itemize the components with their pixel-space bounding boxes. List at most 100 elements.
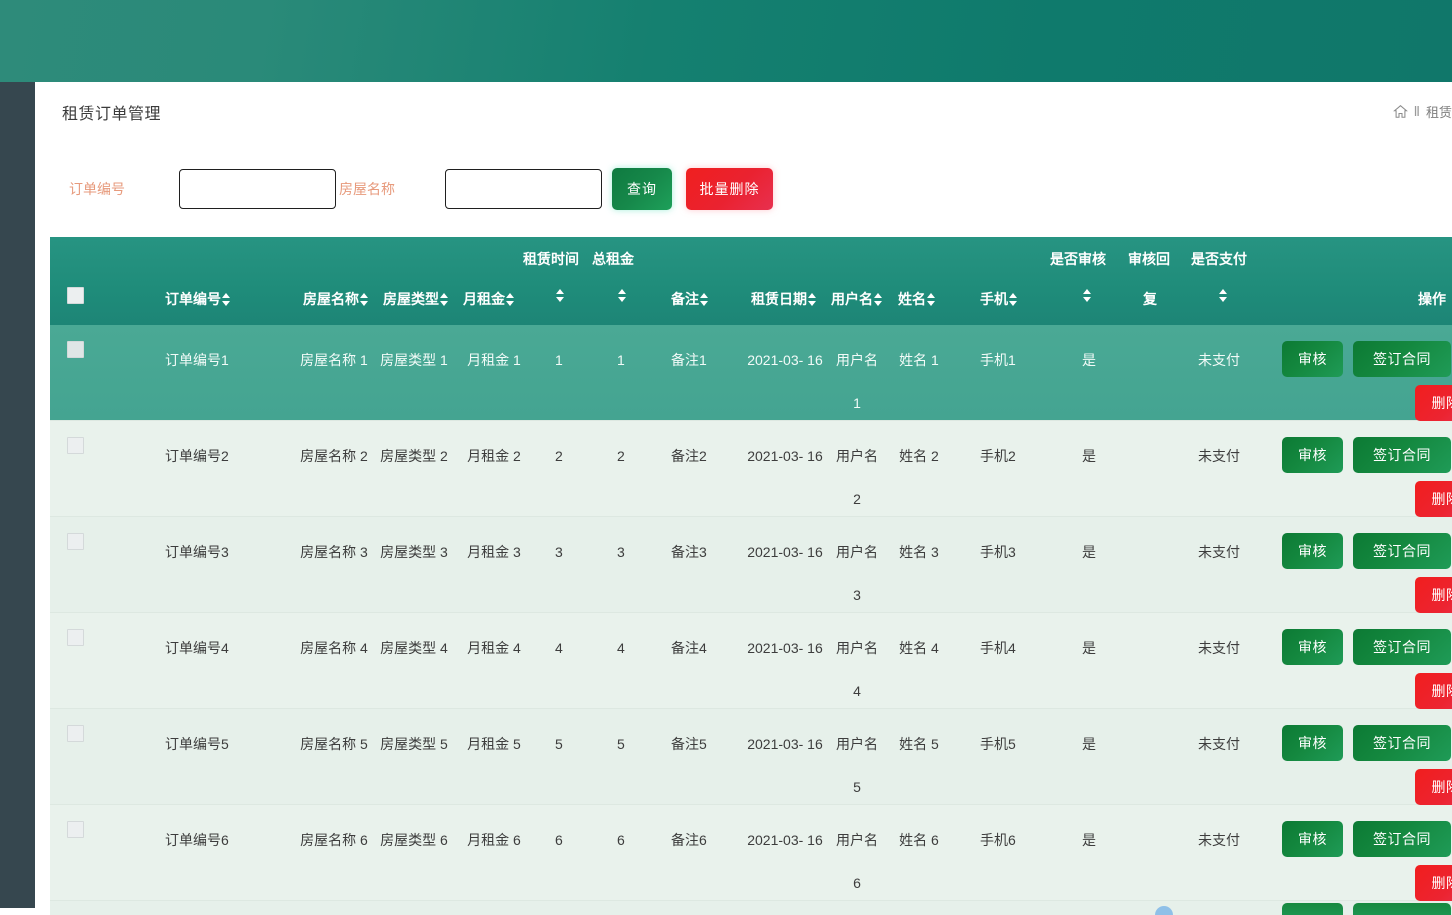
sign-contract-button[interactable]: 签订合同 bbox=[1353, 341, 1451, 377]
sign-contract-button[interactable]: 签订合同 bbox=[1353, 821, 1451, 857]
table-row[interactable]: 订单编号1 房屋名称 1 房屋类型 1 月租金 1 1 1 备注1 2021-0… bbox=[50, 325, 1452, 421]
column-header-name[interactable]: 姓名 bbox=[898, 289, 936, 309]
column-header-lease-date[interactable]: 租赁日期 bbox=[751, 289, 817, 309]
sort-arrows-icon[interactable] bbox=[1219, 289, 1228, 302]
loading-indicator-icon bbox=[1155, 906, 1173, 915]
cell-is-audited: 是 bbox=[1082, 352, 1096, 368]
column-header-remark[interactable]: 备注 bbox=[671, 289, 709, 309]
page-header: 租赁订单管理 Ⅱ 租赁 bbox=[35, 82, 1452, 144]
table-row[interactable]: 订单编号3 房屋名称 3 房屋类型 3 月租金 3 3 3 备注3 2021-0… bbox=[50, 517, 1452, 613]
column-header-total-rent[interactable] bbox=[617, 289, 627, 302]
sign-contract-button[interactable]: 签订合同 bbox=[1353, 725, 1451, 761]
column-label: 备注 bbox=[671, 291, 699, 307]
audit-button[interactable]: 审核 bbox=[1282, 629, 1343, 665]
sort-arrows-icon[interactable] bbox=[506, 292, 515, 306]
sort-arrows-icon[interactable] bbox=[1083, 289, 1092, 302]
column-label: 房屋类型 bbox=[383, 291, 439, 307]
cell-order-no: 订单编号1 bbox=[165, 352, 229, 368]
column-header-house-name[interactable]: 房屋名称 bbox=[303, 289, 369, 309]
delete-button[interactable]: 删除 bbox=[1415, 577, 1452, 613]
sign-contract-button-partial[interactable] bbox=[1353, 903, 1451, 915]
table-row[interactable]: 订单编号4 房屋名称 4 房屋类型 4 月租金 4 4 4 备注4 2021-0… bbox=[50, 613, 1452, 709]
cell-is-paid: 未支付 bbox=[1198, 832, 1240, 848]
order-no-label: 订单编号 bbox=[69, 181, 125, 197]
cell-lease-time: 3 bbox=[555, 544, 563, 560]
left-sidebar-rail[interactable] bbox=[0, 82, 35, 908]
cell-name: 姓名 1 bbox=[899, 352, 939, 368]
cell-lease-date: 2021-03- 16 bbox=[747, 544, 823, 560]
row-select-checkbox[interactable] bbox=[67, 629, 84, 646]
sort-arrows-icon[interactable] bbox=[360, 292, 369, 306]
query-button[interactable]: 查询 bbox=[612, 168, 672, 210]
audit-button[interactable]: 审核 bbox=[1282, 341, 1343, 377]
cell-is-audited: 是 bbox=[1082, 544, 1096, 560]
cell-house-type: 房屋类型 5 bbox=[380, 736, 448, 752]
home-icon[interactable] bbox=[1392, 104, 1408, 119]
delete-button[interactable]: 删除 bbox=[1415, 673, 1452, 709]
column-header-is-audited[interactable] bbox=[1082, 289, 1092, 302]
cell-house-type: 房屋类型 3 bbox=[380, 544, 448, 560]
main-content-panel: 租赁订单管理 Ⅱ 租赁 订单编号 房屋名称 查询 批量删除 租赁时间 总租金 是… bbox=[35, 82, 1452, 915]
cell-house-name: 房屋名称 3 bbox=[300, 544, 368, 560]
order-no-input[interactable] bbox=[179, 169, 336, 209]
cell-house-type: 房屋类型 1 bbox=[380, 352, 448, 368]
column-header-monthly-rent[interactable]: 月租金 bbox=[463, 289, 515, 309]
column-label: 复 bbox=[1143, 291, 1157, 307]
row-select-checkbox[interactable] bbox=[67, 341, 84, 358]
row-select-checkbox[interactable] bbox=[67, 437, 84, 454]
cell-house-type: 房屋类型 6 bbox=[380, 832, 448, 848]
audit-button-partial[interactable] bbox=[1282, 903, 1343, 915]
delete-button[interactable]: 删除 bbox=[1415, 865, 1452, 901]
sort-arrows-icon[interactable] bbox=[556, 289, 565, 302]
batch-delete-button[interactable]: 批量删除 bbox=[686, 168, 773, 210]
sign-contract-button[interactable]: 签订合同 bbox=[1353, 533, 1451, 569]
row-select-checkbox[interactable] bbox=[67, 533, 84, 550]
column-header-house-type[interactable]: 房屋类型 bbox=[383, 289, 449, 309]
sort-arrows-icon[interactable] bbox=[874, 292, 883, 306]
sort-arrows-icon[interactable] bbox=[808, 292, 817, 306]
column-header-username[interactable]: 用户名 bbox=[831, 289, 883, 309]
sort-arrows-icon[interactable] bbox=[440, 292, 449, 306]
row-select-checkbox[interactable] bbox=[67, 821, 84, 838]
delete-button[interactable]: 删除 bbox=[1415, 385, 1452, 421]
column-header-lease-time[interactable] bbox=[555, 289, 565, 302]
sign-contract-button[interactable]: 签订合同 bbox=[1353, 629, 1451, 665]
sort-arrows-icon[interactable] bbox=[927, 292, 936, 306]
audit-button[interactable]: 审核 bbox=[1282, 725, 1343, 761]
cell-lease-date: 2021-03- 16 bbox=[747, 640, 823, 656]
delete-button[interactable]: 删除 bbox=[1415, 769, 1452, 805]
column-header-phone[interactable]: 手机 bbox=[980, 289, 1018, 309]
cell-name: 姓名 5 bbox=[899, 736, 939, 752]
table-row[interactable]: 订单编号5 房屋名称 5 房屋类型 5 月租金 5 5 5 备注5 2021-0… bbox=[50, 709, 1452, 805]
house-name-input[interactable] bbox=[445, 169, 602, 209]
cell-is-paid: 未支付 bbox=[1198, 640, 1240, 656]
sort-arrows-icon[interactable] bbox=[1009, 292, 1018, 306]
table-row[interactable]: 订单编号6 房屋名称 6 房屋类型 6 月租金 6 6 6 备注6 2021-0… bbox=[50, 805, 1452, 901]
table-body: 订单编号1 房屋名称 1 房屋类型 1 月租金 1 1 1 备注1 2021-0… bbox=[50, 325, 1452, 915]
audit-button[interactable]: 审核 bbox=[1282, 821, 1343, 857]
cell-lease-time: 2 bbox=[555, 448, 563, 464]
column-header-is-paid[interactable] bbox=[1218, 289, 1228, 302]
group-header-lease-time: 租赁时间 bbox=[523, 251, 579, 267]
cell-total-rent: 1 bbox=[617, 352, 625, 368]
column-header-order-no[interactable]: 订单编号 bbox=[165, 289, 231, 309]
cell-order-no: 订单编号3 bbox=[165, 544, 229, 560]
audit-button[interactable]: 审核 bbox=[1282, 437, 1343, 473]
table-row[interactable]: 订单编号2 房屋名称 2 房屋类型 2 月租金 2 2 2 备注2 2021-0… bbox=[50, 421, 1452, 517]
table-header: 租赁时间 总租金 是否审核 审核回 是否支付 订单编号 房屋名称 房屋类型 月租… bbox=[50, 237, 1452, 325]
sign-contract-button[interactable]: 签订合同 bbox=[1353, 437, 1451, 473]
delete-button[interactable]: 删除 bbox=[1415, 481, 1452, 517]
sort-arrows-icon[interactable] bbox=[618, 289, 627, 302]
sort-arrows-icon[interactable] bbox=[700, 292, 709, 306]
column-label: 姓名 bbox=[898, 291, 926, 307]
select-all-checkbox[interactable] bbox=[67, 287, 84, 304]
table-row-partial[interactable] bbox=[50, 901, 1452, 915]
cell-remark: 备注3 bbox=[671, 544, 707, 560]
row-select-checkbox[interactable] bbox=[67, 725, 84, 742]
group-header-is-paid: 是否支付 bbox=[1191, 251, 1247, 267]
cell-lease-time: 5 bbox=[555, 736, 563, 752]
cell-is-paid: 未支付 bbox=[1198, 352, 1240, 368]
sort-arrows-icon[interactable] bbox=[222, 292, 231, 306]
breadcrumb: Ⅱ 租赁 bbox=[1392, 102, 1452, 121]
audit-button[interactable]: 审核 bbox=[1282, 533, 1343, 569]
